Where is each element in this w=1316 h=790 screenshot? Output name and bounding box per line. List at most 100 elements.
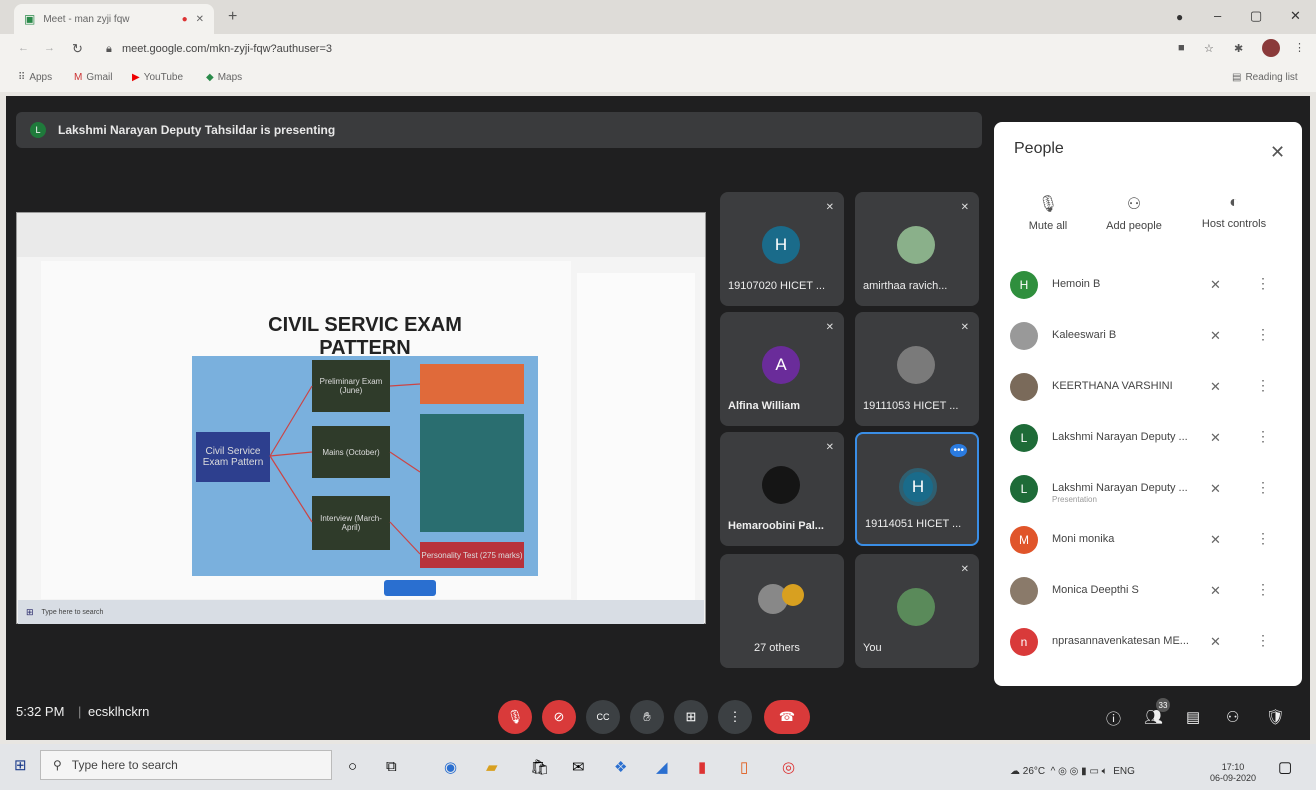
participant-tile[interactable]: ✕ Hemaroobini Pal... [720,432,844,546]
chat-icon[interactable]: ▤ [1186,708,1200,726]
close-tab-icon[interactable]: ✕ [196,14,204,25]
chrome-icon[interactable]: ◎ [782,758,795,776]
self-tile[interactable]: ✕ You [855,554,979,668]
more-options-icon[interactable]: ⋮ [1256,581,1270,598]
muted-mic-icon[interactable]: ✕ [1210,532,1221,548]
back-icon[interactable]: ← [18,42,29,54]
participant-tile-speaking[interactable]: ••• H 19114051 HICET ... [855,432,979,546]
muted-mic-icon[interactable]: ✕ [1210,583,1221,599]
shared-viewer-toolbar [17,213,705,257]
more-options-icon[interactable]: ⋮ [1256,479,1270,496]
muted-mic-icon[interactable]: ✕ [1210,277,1221,293]
forward-icon[interactable]: → [44,42,55,54]
add-people-button[interactable]: ⚇ Add people [1098,194,1170,232]
avatar[interactable] [1262,39,1280,57]
muted-mic-icon: ✕ [960,564,969,575]
dropbox-icon[interactable]: ❖ [614,758,627,776]
participant-tile[interactable]: ✕ A Alfina William [720,312,844,426]
profile-dot-icon[interactable]: ● [1176,10,1183,24]
mail-icon[interactable]: ✉ [572,758,585,776]
extensions-icon[interactable]: ✱ [1234,42,1243,55]
edge-icon[interactable]: ◉ [444,758,457,776]
participant-tile[interactable]: ✕ H 19107020 HICET ... [720,192,844,306]
present-button[interactable]: ⊞ [674,700,708,734]
browser-toolbar: ← → ↻ 🔒︎ meet.google.com/mkn-zyji-fqw?au… [0,34,1316,66]
telegram-icon[interactable]: ◢ [656,758,668,776]
minimize-icon[interactable]: – [1214,8,1221,23]
menu-icon[interactable]: ⋮ [1294,41,1305,54]
reading-list[interactable]: ▤ Reading list [1232,72,1298,83]
shared-stop-sharing-button [384,580,436,596]
muted-mic-icon: ✕ [825,322,834,333]
muted-mic-icon[interactable]: ✕ [1210,379,1221,395]
close-panel-icon[interactable]: ✕ [1270,142,1285,163]
muted-mic-icon[interactable]: ✕ [1210,634,1221,650]
muted-mic-icon: ✕ [960,202,969,213]
activities-icon[interactable]: ⚇ [1226,708,1239,726]
new-tab-icon[interactable]: + [228,8,237,26]
present-icon: ⊞ [685,709,697,724]
star-icon[interactable]: ☆ [1204,42,1214,55]
muted-mic-icon[interactable]: ✕ [1210,328,1221,344]
more-options-icon[interactable]: ⋮ [1256,428,1270,445]
browser-tab[interactable]: ▣ Meet - man zyji fqw ● ✕ [14,4,214,34]
host-safety-icon[interactable]: 🛡︎ [1266,708,1285,726]
muted-mic-icon[interactable]: ✕ [1210,481,1221,497]
host-controls-button[interactable]: ◐ Host controls [1192,194,1276,230]
people-list-item[interactable]: KEERTHANA VARSHINI ✕ ⋮ [1010,373,1280,403]
system-clock[interactable]: 17:10 06-09-2020 [1210,762,1256,784]
others-tile[interactable]: 27 others [720,554,844,668]
more-options-button[interactable]: ⋮ [718,700,752,734]
more-options-icon[interactable]: ⋮ [1256,275,1270,292]
participant-tile[interactable]: ✕ 19111053 HICET ... [855,312,979,426]
leave-call-button[interactable]: ☎ [764,700,810,734]
notifications-icon[interactable]: ▢ [1278,758,1292,776]
people-list-item[interactable]: H Hemoin B ✕ ⋮ [1010,271,1280,301]
acrobat-icon[interactable]: ▮ [698,758,706,776]
camera-toggle-button[interactable]: ⊘ [542,700,576,734]
people-list-item[interactable]: n nprasannavenkatesan ME... ✕ ⋮ [1010,628,1280,658]
language-indicator[interactable]: ENG [1113,766,1135,777]
bookmark-maps[interactable]: ◆ Maps [206,72,242,83]
captions-button[interactable]: CC [586,700,620,734]
video-icon[interactable]: ■ [1178,42,1185,54]
more-options-icon[interactable]: ⋮ [1256,377,1270,394]
raise-hand-button[interactable]: ✋︎ [630,700,664,734]
cortana-icon[interactable]: ○ [348,758,357,775]
avatar [1010,373,1038,401]
more-options-icon[interactable]: ⋮ [1256,632,1270,649]
task-view-icon[interactable]: ⧉ [386,758,397,775]
hang-up-icon: ☎ [778,709,796,724]
taskbar-search-placeholder: Type here to search [71,758,178,772]
bookmark-youtube[interactable]: ▶ YouTube [132,72,183,83]
mic-off-icon: 🎙︎ [1037,196,1059,213]
avatar [1010,577,1038,605]
mute-all-button[interactable]: 🎙︎ Mute all [1020,194,1076,232]
maximize-icon[interactable]: ▢ [1250,8,1262,24]
close-window-icon[interactable]: ✕ [1290,8,1301,24]
weather-temp: 26°C [1022,766,1046,777]
self-label: You [863,642,882,654]
file-explorer-icon[interactable]: ▰ [486,758,498,776]
mic-off-icon: 🎙︎ [506,709,524,724]
people-list-item[interactable]: L Lakshmi Narayan Deputy ... ✕ ⋮ [1010,424,1280,454]
bookmark-gmail[interactable]: M Gmail [74,72,112,83]
bookmark-apps[interactable]: ⠿ Apps [18,72,52,83]
people-list-item[interactable]: L Lakshmi Narayan Deputy ... Presentation ✕… [1010,475,1280,505]
address-bar[interactable]: meet.google.com/mkn-zyji-fqw?authuser=3 [122,43,332,55]
more-options-icon[interactable]: ⋮ [1256,530,1270,547]
mic-toggle-button[interactable]: 🎙︎ [498,700,532,734]
office-icon[interactable]: ▯ [740,758,748,776]
participant-tile[interactable]: ✕ amirthaa ravich... [855,192,979,306]
taskbar-search[interactable]: ⚲ Type here to search [40,750,332,780]
people-list-item[interactable]: M Moni monika ✕ ⋮ [1010,526,1280,556]
more-options-icon[interactable]: ⋮ [1256,326,1270,343]
people-list-item[interactable]: Kaleeswari B ✕ ⋮ [1010,322,1280,352]
store-icon[interactable]: 🛍︎ [530,758,549,776]
windows-start-icon[interactable]: ⊞ [14,756,27,774]
muted-mic-icon[interactable]: ✕ [1210,430,1221,446]
clock-time: 17:10 [1221,762,1245,772]
people-list-item[interactable]: Monica Deepthi S ✕ ⋮ [1010,577,1280,607]
meeting-details-icon[interactable]: ⓘ [1106,708,1121,729]
reload-icon[interactable]: ↻ [72,41,83,57]
